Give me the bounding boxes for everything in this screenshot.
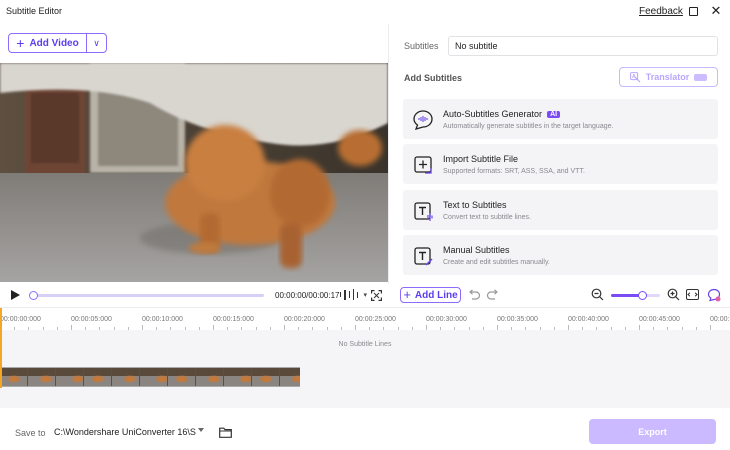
redo-icon[interactable] <box>486 288 500 302</box>
manual-subtitles-option[interactable]: Manual Subtitles Create and edit subtitl… <box>403 235 718 275</box>
no-subtitle-lines-text: No Subtitle Lines <box>338 341 392 348</box>
add-video-label: Add Video <box>29 37 79 49</box>
playhead[interactable] <box>0 308 2 388</box>
fullscreen-icon[interactable] <box>371 290 382 301</box>
option-title: Import Subtitle File <box>443 154 519 164</box>
text-to-subtitle-icon <box>414 202 433 221</box>
title-bar: Subtitle Editor Feedback ✕ <box>0 0 730 24</box>
subtitles-select[interactable]: No subtitle <box>448 36 718 56</box>
tick-label: 00:00:35:000 <box>497 316 538 323</box>
thumbnail-frame <box>84 368 112 386</box>
translate-icon: A <box>629 71 641 82</box>
feedback-link[interactable]: Feedback <box>639 6 683 17</box>
add-subtitles-heading: Add Subtitles <box>404 73 462 83</box>
undo-icon[interactable] <box>467 288 481 302</box>
thumbnail-frame <box>140 368 168 386</box>
save-path-select[interactable]: C:\Wondershare UniConverter 16\S <box>53 423 211 441</box>
import-file-icon <box>414 156 432 174</box>
square-icon <box>688 6 698 16</box>
maximize-button[interactable] <box>686 4 700 18</box>
tick-label: 00:00:45:000 <box>639 316 680 323</box>
ai-badge: AI <box>547 111 561 118</box>
tick-label: 00:00:10:000 <box>142 316 183 323</box>
plus-icon: + <box>16 35 25 51</box>
chevron-down-icon: ∨ <box>93 37 100 48</box>
import-subtitle-option[interactable]: Import Subtitle File Supported formats: … <box>403 144 718 184</box>
video-preview[interactable] <box>0 63 388 282</box>
tick-label: 00:00:30:000 <box>426 316 467 323</box>
manual-subtitle-icon <box>414 247 433 266</box>
folder-icon[interactable] <box>219 427 232 438</box>
thumbnail-frame <box>56 368 84 386</box>
footer: Save to C:\Wondershare UniConverter 16\S… <box>0 408 730 450</box>
timecode: 00:00:00/00:00:17 <box>275 291 340 300</box>
video-frame-image <box>0 63 388 282</box>
pane-divider <box>388 24 389 284</box>
add-line-button[interactable]: + Add Line <box>400 287 461 303</box>
add-video-button[interactable]: + Add Video ∨ <box>8 33 107 53</box>
ai-badge-icon <box>694 73 708 81</box>
add-video-dropdown[interactable]: ∨ <box>86 34 106 52</box>
zoom-out-icon[interactable] <box>591 288 604 301</box>
seek-bar[interactable] <box>29 291 264 300</box>
timeline-ruler[interactable]: 00:00:00:000 00:00:05:000 00:00:10:000 0… <box>0 308 730 330</box>
text-to-subtitles-option[interactable]: Text to Subtitles Convert text to subtit… <box>403 190 718 230</box>
thumbnail-frame <box>112 368 140 386</box>
option-description: Supported formats: SRT, ASS, SSA, and VT… <box>443 168 585 175</box>
chevron-down-icon[interactable] <box>198 428 204 432</box>
player-controls: 00:00:00/00:00:17 ▾ <box>0 285 390 305</box>
tick-label: 00:00:05:000 <box>71 316 112 323</box>
ai-subtitle-icon[interactable] <box>707 288 721 302</box>
close-icon: ✕ <box>710 3 722 18</box>
thumbnail-frame <box>0 368 28 386</box>
seek-knob[interactable] <box>29 291 38 300</box>
add-video-main[interactable]: + Add Video <box>9 34 86 52</box>
option-title: Manual Subtitles <box>443 245 510 255</box>
video-thumbnail-strip[interactable] <box>0 367 300 387</box>
thumbnail-frame <box>252 368 280 386</box>
thumbnail-frame <box>196 368 224 386</box>
translator-label: Translator <box>645 72 690 82</box>
option-description: Convert text to subtitle lines. <box>443 214 531 221</box>
tick-label: 00:00:15:000 <box>213 316 254 323</box>
thumbnail-frame <box>224 368 252 386</box>
play-icon[interactable] <box>11 290 20 300</box>
tick-label: 00:00:50:000 <box>710 316 730 323</box>
zoom-slider[interactable] <box>611 291 660 300</box>
tick-label: 00:00:25:000 <box>355 316 396 323</box>
save-to-label: Save to <box>15 428 46 438</box>
translator-button[interactable]: A Translator <box>619 67 718 87</box>
fit-timeline-icon[interactable] <box>686 289 699 300</box>
subtitles-label: Subtitles <box>404 41 439 51</box>
thumbnail-frame <box>168 368 196 386</box>
tick-label: 00:00:20:000 <box>284 316 325 323</box>
thumbnail-frame <box>28 368 56 386</box>
option-title: Auto-Subtitles Generator AI <box>443 109 561 119</box>
export-button[interactable]: Export <box>589 419 716 444</box>
close-button[interactable]: ✕ <box>709 4 723 18</box>
option-title: Text to Subtitles <box>443 200 507 210</box>
thumbnail-frame <box>280 368 300 386</box>
auto-subtitles-option[interactable]: Auto-Subtitles Generator AI Automatically… <box>403 99 718 139</box>
tick-label: 00:00:00:000 <box>0 316 41 323</box>
waveform-icon[interactable]: ▾ <box>340 289 367 300</box>
zoom-in-icon[interactable] <box>667 288 680 301</box>
speech-bubble-ai-icon <box>413 110 433 130</box>
zoom-slider-knob[interactable] <box>638 291 648 300</box>
add-line-label: Add Line <box>414 289 458 301</box>
tick-label: 00:00:40:000 <box>568 316 609 323</box>
option-description: Automatically generate subtitles in the … <box>443 123 614 130</box>
window-title: Subtitle Editor <box>6 6 63 16</box>
svg-text:A: A <box>632 74 636 80</box>
plus-icon: + <box>403 287 411 302</box>
option-description: Create and edit subtitles manually. <box>443 259 550 266</box>
